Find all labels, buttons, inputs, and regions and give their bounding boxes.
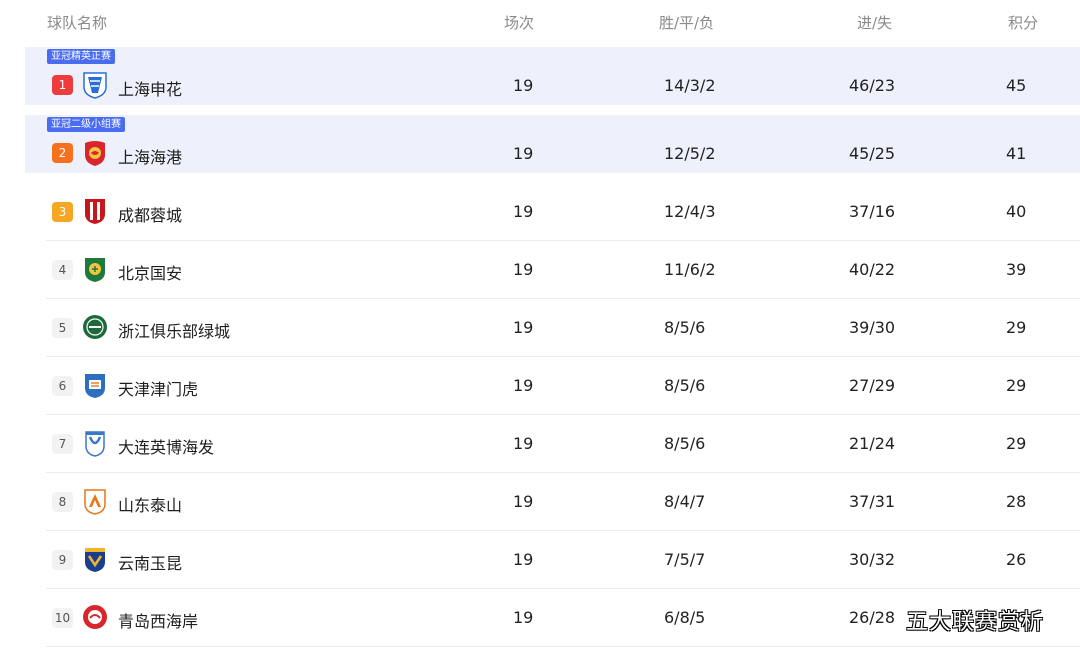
haigang-crest-icon [82, 139, 108, 167]
rank-badge: 1 [52, 75, 73, 95]
goals-cell: 30/32 [849, 550, 896, 569]
played-cell: 19 [513, 608, 534, 627]
wdl-cell: 8/5/6 [664, 434, 706, 453]
points-cell: 39 [1006, 260, 1027, 279]
points-cell: 26 [1006, 550, 1027, 569]
header-wdl: 胜/平/负 [659, 14, 715, 32]
played-cell: 19 [513, 434, 534, 453]
team-name[interactable]: 大连英博海发 [118, 434, 214, 458]
yunnan-crest-icon [82, 545, 108, 573]
table-header: 球队名称 场次 胜/平/负 进/失 积分 [0, 0, 1080, 44]
chengdu-crest-icon [82, 197, 108, 225]
goals-cell: 21/24 [849, 434, 896, 453]
rank-badge: 7 [52, 434, 73, 454]
header-goals: 进/失 [857, 14, 893, 32]
table-row[interactable]: 9 云南玉昆 19 7/5/7 30/32 26 [0, 531, 1080, 589]
table-row[interactable]: 亚冠二级小组赛 2 上海海港 19 12/5/2 45/25 41 [25, 115, 1080, 173]
played-cell: 19 [513, 376, 534, 395]
watermark: 五大联赛赏析 [906, 610, 1045, 635]
wdl-cell: 11/6/2 [664, 260, 716, 279]
header-points: 积分 [1008, 14, 1039, 32]
points-cell: 28 [1006, 492, 1027, 511]
wdl-cell: 6/8/5 [664, 608, 706, 627]
table-row[interactable]: 5 浙江俱乐部绿城 19 8/5/6 39/30 29 [0, 299, 1080, 357]
team-name[interactable]: 上海海港 [118, 144, 182, 168]
rank-badge: 9 [52, 550, 73, 570]
points-cell: 29 [1006, 318, 1027, 337]
team-name[interactable]: 青岛西海岸 [118, 608, 198, 632]
rank-badge: 10 [52, 608, 73, 628]
rank-badge: 8 [52, 492, 73, 512]
played-cell: 19 [513, 260, 534, 279]
wdl-cell: 8/5/6 [664, 376, 706, 395]
goals-cell: 37/16 [849, 202, 896, 221]
wdl-cell: 12/4/3 [664, 202, 716, 221]
table-row[interactable]: 亚冠精英正赛 1 上海申花 19 14/3/2 46/23 45 [25, 47, 1080, 105]
rank-badge: 2 [52, 143, 73, 163]
tianjin-crest-icon [82, 371, 108, 399]
table-row[interactable]: 3 成都蓉城 19 12/4/3 37/16 40 [0, 183, 1080, 241]
wdl-cell: 7/5/7 [664, 550, 706, 569]
table-row[interactable]: 8 山东泰山 19 8/4/7 37/31 28 [0, 473, 1080, 531]
team-name[interactable]: 云南玉昆 [118, 550, 182, 574]
wdl-cell: 12/5/2 [664, 144, 716, 163]
goals-cell: 45/25 [849, 144, 896, 163]
rank-badge: 4 [52, 260, 73, 280]
taishan-crest-icon [82, 487, 108, 515]
played-cell: 19 [513, 492, 534, 511]
wdl-cell: 8/4/7 [664, 492, 706, 511]
points-cell: 41 [1006, 144, 1027, 163]
team-name[interactable]: 成都蓉城 [118, 202, 182, 226]
goals-cell: 39/30 [849, 318, 896, 337]
team-name[interactable]: 浙江俱乐部绿城 [118, 318, 230, 342]
played-cell: 19 [513, 202, 534, 221]
row-divider [46, 646, 1080, 647]
played-cell: 19 [513, 76, 534, 95]
table-row[interactable]: 4 北京国安 19 11/6/2 40/22 39 [0, 241, 1080, 299]
goals-cell: 37/31 [849, 492, 896, 511]
competition-tag: 亚冠二级小组赛 [47, 117, 125, 132]
team-name[interactable]: 山东泰山 [118, 492, 182, 516]
team-name[interactable]: 上海申花 [118, 76, 182, 100]
goals-cell: 46/23 [849, 76, 896, 95]
wdl-cell: 14/3/2 [664, 76, 716, 95]
team-name[interactable]: 天津津门虎 [118, 376, 198, 400]
rank-badge: 5 [52, 318, 73, 338]
team-name[interactable]: 北京国安 [118, 260, 182, 284]
points-cell: 29 [1006, 376, 1027, 395]
points-cell: 45 [1006, 76, 1027, 95]
table-row[interactable]: 7 大连英博海发 19 8/5/6 21/24 29 [0, 415, 1080, 473]
header-team: 球队名称 [47, 14, 108, 32]
goals-cell: 27/29 [849, 376, 896, 395]
competition-tag: 亚冠精英正赛 [47, 49, 115, 64]
header-played: 场次 [504, 14, 535, 32]
shenhua-crest-icon [82, 71, 108, 99]
goals-cell: 26/28 [849, 608, 896, 627]
table-row[interactable]: 6 天津津门虎 19 8/5/6 27/29 29 [0, 357, 1080, 415]
goals-cell: 40/22 [849, 260, 896, 279]
played-cell: 19 [513, 144, 534, 163]
rank-badge: 3 [52, 202, 73, 222]
played-cell: 19 [513, 318, 534, 337]
wdl-cell: 8/5/6 [664, 318, 706, 337]
zhejiang-crest-icon [82, 313, 108, 341]
played-cell: 19 [513, 550, 534, 569]
qingdao-crest-icon [82, 603, 108, 631]
guoan-crest-icon [82, 255, 108, 283]
rank-badge: 6 [52, 376, 73, 396]
dalian-crest-icon [82, 429, 108, 457]
points-cell: 29 [1006, 434, 1027, 453]
points-cell: 40 [1006, 202, 1027, 221]
